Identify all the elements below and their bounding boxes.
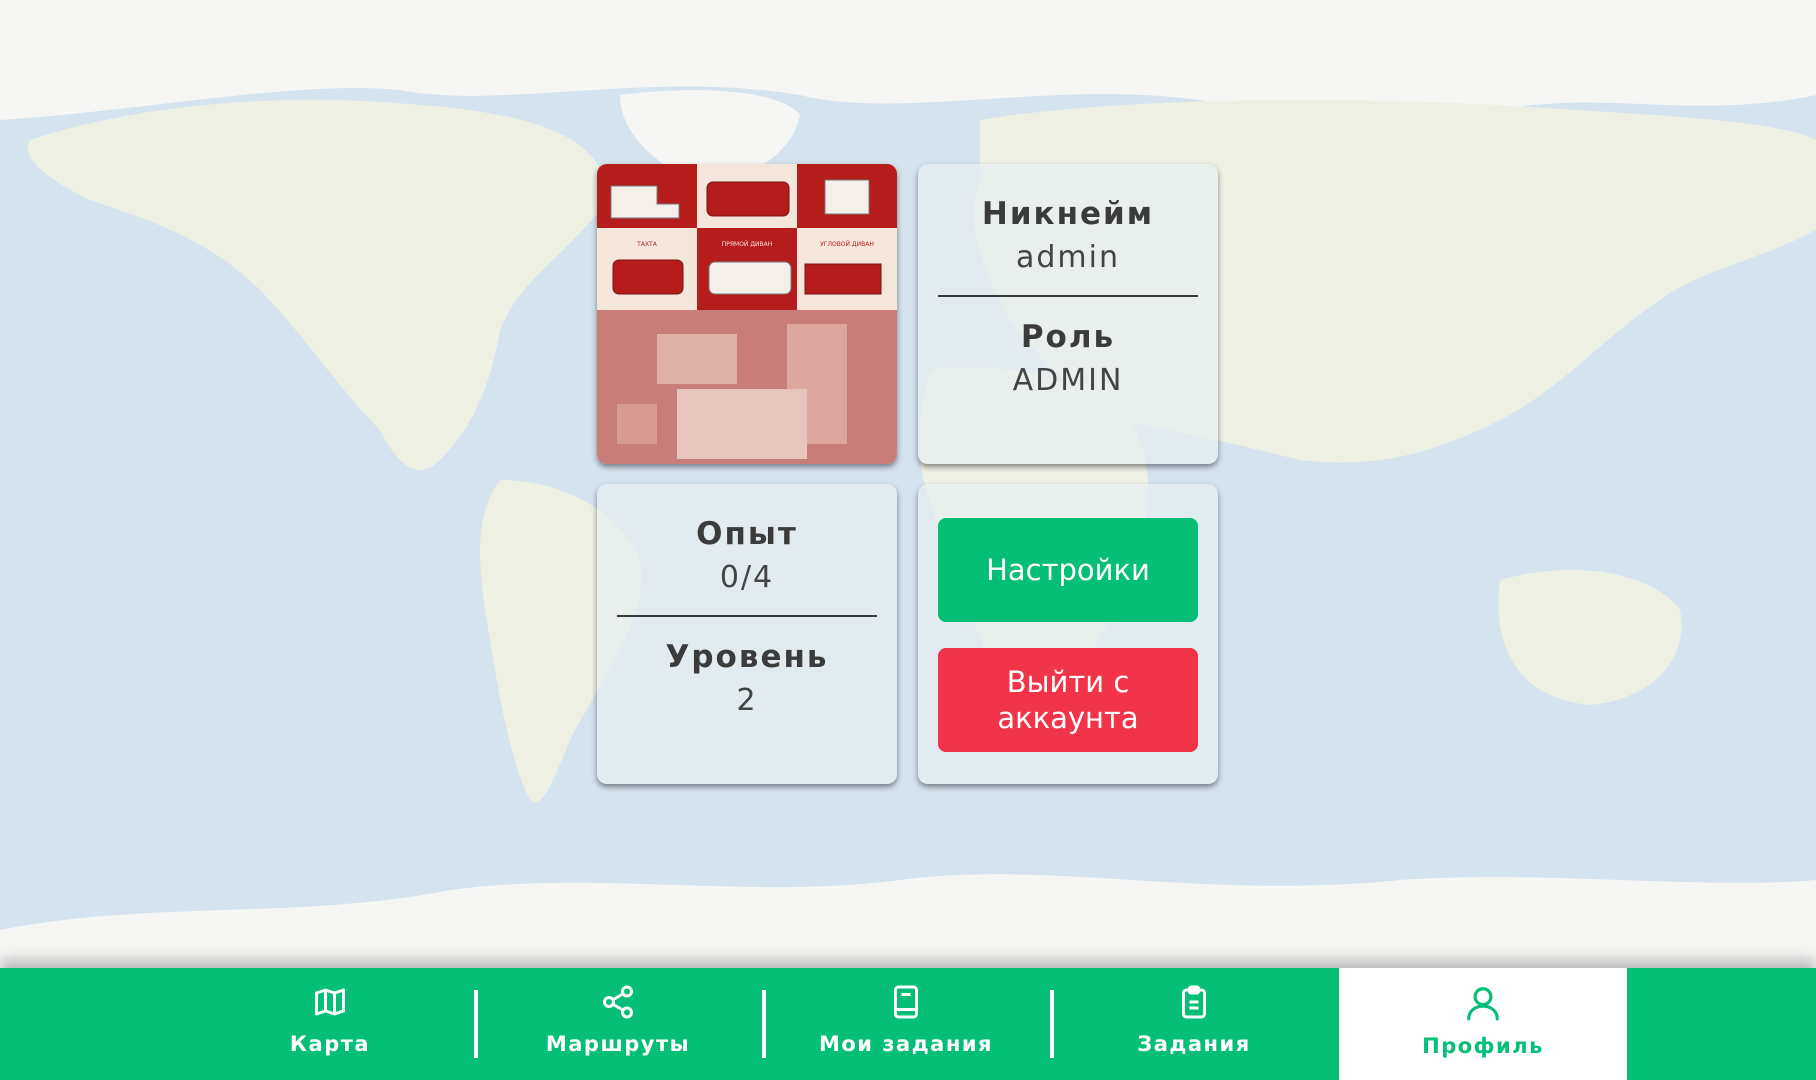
avatar-card: ТАХТА ПРЯМОЙ ДИВАН УГЛОВОЙ ДИВАН [597, 164, 897, 464]
world-map-background [0, 0, 1816, 1080]
role-value: ADMIN [1012, 363, 1124, 398]
bottom-navigation: Карта Маршруты Мои задания Задания Профи… [0, 968, 1816, 1080]
nav-label-my-tasks: Мои задания [818, 1032, 994, 1056]
nav-item-my-tasks[interactable]: Мои задания [762, 968, 1050, 1080]
nav-label-tasks: Задания [1137, 1032, 1251, 1056]
avatar-caption-1: ТАХТА [636, 241, 658, 248]
nav-item-map[interactable]: Карта [186, 968, 474, 1080]
nav-label-routes: Маршруты [545, 1032, 691, 1056]
level-value: 2 [736, 683, 758, 718]
settings-button[interactable]: Настройки [938, 518, 1198, 622]
avatar-caption-2: ПРЯМОЙ ДИВАН [722, 241, 773, 248]
nickname-value: admin [1016, 240, 1120, 275]
clipboard-icon [1182, 985, 1206, 1019]
avatar-image: ТАХТА ПРЯМОЙ ДИВАН УГЛОВОЙ ДИВАН [597, 164, 897, 464]
experience-value: 0/4 [719, 560, 775, 595]
account-info-card: Никнейм admin Роль ADMIN [918, 164, 1218, 464]
map-icon [315, 988, 345, 1016]
progress-card: Опыт 0/4 Уровень 2 [597, 484, 897, 784]
nav-item-tasks[interactable]: Задания [1050, 968, 1338, 1080]
nav-item-profile[interactable]: Профиль [1339, 968, 1627, 1080]
role-label: Роль [1020, 319, 1116, 355]
divider [617, 615, 877, 617]
divider [938, 295, 1198, 297]
actions-card: Настройки Выйти с аккаунта [918, 484, 1218, 784]
nickname-label: Никнейм [981, 196, 1155, 232]
nav-label-map: Карта [289, 1032, 371, 1056]
level-label: Уровень [665, 639, 829, 675]
nav-item-routes[interactable]: Маршруты [474, 968, 762, 1080]
share-icon [603, 985, 633, 1019]
user-icon [1467, 987, 1499, 1021]
avatar-caption-3: УГЛОВОЙ ДИВАН [820, 241, 874, 248]
book-icon [894, 985, 918, 1019]
experience-label: Опыт [696, 516, 798, 552]
logout-button[interactable]: Выйти с аккаунта [938, 648, 1198, 752]
nav-label-profile: Профиль [1422, 1034, 1544, 1058]
